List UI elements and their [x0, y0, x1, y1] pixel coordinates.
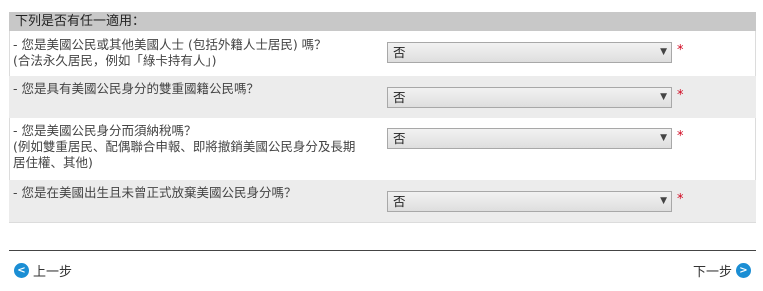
question-row-us-person: - 您是美國公民或其他美國人士 (包括外籍人士居民) 嗎？ (合法永久居民，例如…: [9, 31, 756, 76]
question-text: - 您是美國公民身分而須納稅嗎？ (例如雙重居民、配偶聯合申報、即將撤銷美國公民…: [13, 123, 385, 171]
question-line: - 您是美國公民身分而須納稅嗎？: [13, 123, 197, 138]
question-row-tax-liable: - 您是美國公民身分而須納稅嗎？ (例如雙重居民、配偶聯合申報、即將撤銷美國公民…: [9, 118, 756, 180]
question-text: - 您是在美國出生且未曾正式放棄美國公民身分嗎？: [13, 185, 385, 201]
question-row-born-in-us: - 您是在美國出生且未曾正式放棄美國公民身分嗎？ 否 ▼ *: [9, 180, 756, 222]
question-text: - 您是具有美國公民身分的雙重國籍公民嗎？: [13, 81, 385, 97]
next-step-label: 下一步: [692, 265, 732, 280]
chevron-left-circle-icon: <: [14, 263, 29, 278]
dual-citizen-select[interactable]: 否 ▼: [387, 87, 672, 108]
question-line: - 您是具有美國公民身分的雙重國籍公民嗎？: [13, 81, 259, 96]
select-value: 否: [393, 45, 406, 60]
section-title: 下列是否有任一適用：: [15, 14, 146, 29]
question-text: - 您是美國公民或其他美國人士 (包括外籍人士居民) 嗎？ (合法永久居民，例如…: [13, 37, 385, 69]
required-asterisk: *: [677, 129, 684, 144]
dropdown-arrow-icon: ▼: [660, 133, 667, 143]
question-line: - 您是美國公民或其他美國人士 (包括外籍人士居民) 嗎？: [13, 37, 327, 52]
chevron-right-circle-icon: >: [736, 263, 751, 278]
born-in-us-select[interactable]: 否 ▼: [387, 191, 672, 212]
question-line: (例如雙重居民、配偶聯合申報、即將撤銷美國公民身分及長期: [13, 139, 356, 154]
dropdown-arrow-icon: ▼: [660, 47, 667, 57]
divider: [9, 250, 756, 251]
previous-step-label: 上一步: [33, 265, 73, 280]
required-asterisk: *: [677, 43, 684, 58]
dropdown-arrow-icon: ▼: [660, 92, 667, 102]
question-row-dual-citizen: - 您是具有美國公民身分的雙重國籍公民嗎？ 否 ▼ *: [9, 76, 756, 118]
question-line: 居住權、其他): [13, 155, 93, 170]
question-line: (合法永久居民，例如「綠卡持有人」): [13, 53, 217, 68]
us-person-select[interactable]: 否 ▼: [387, 42, 672, 63]
required-asterisk: *: [677, 88, 684, 103]
question-line: - 您是在美國出生且未曾正式放棄美國公民身分嗎？: [13, 185, 297, 200]
dropdown-arrow-icon: ▼: [660, 196, 667, 206]
select-value: 否: [393, 194, 406, 209]
previous-step-button[interactable]: < 上一步: [14, 261, 72, 280]
required-asterisk: *: [677, 192, 684, 207]
section-header: 下列是否有任一適用：: [9, 12, 756, 31]
tax-liable-select[interactable]: 否 ▼: [387, 128, 672, 149]
select-value: 否: [393, 131, 406, 146]
next-step-button[interactable]: 下一步 >: [693, 261, 751, 280]
select-value: 否: [393, 90, 406, 105]
